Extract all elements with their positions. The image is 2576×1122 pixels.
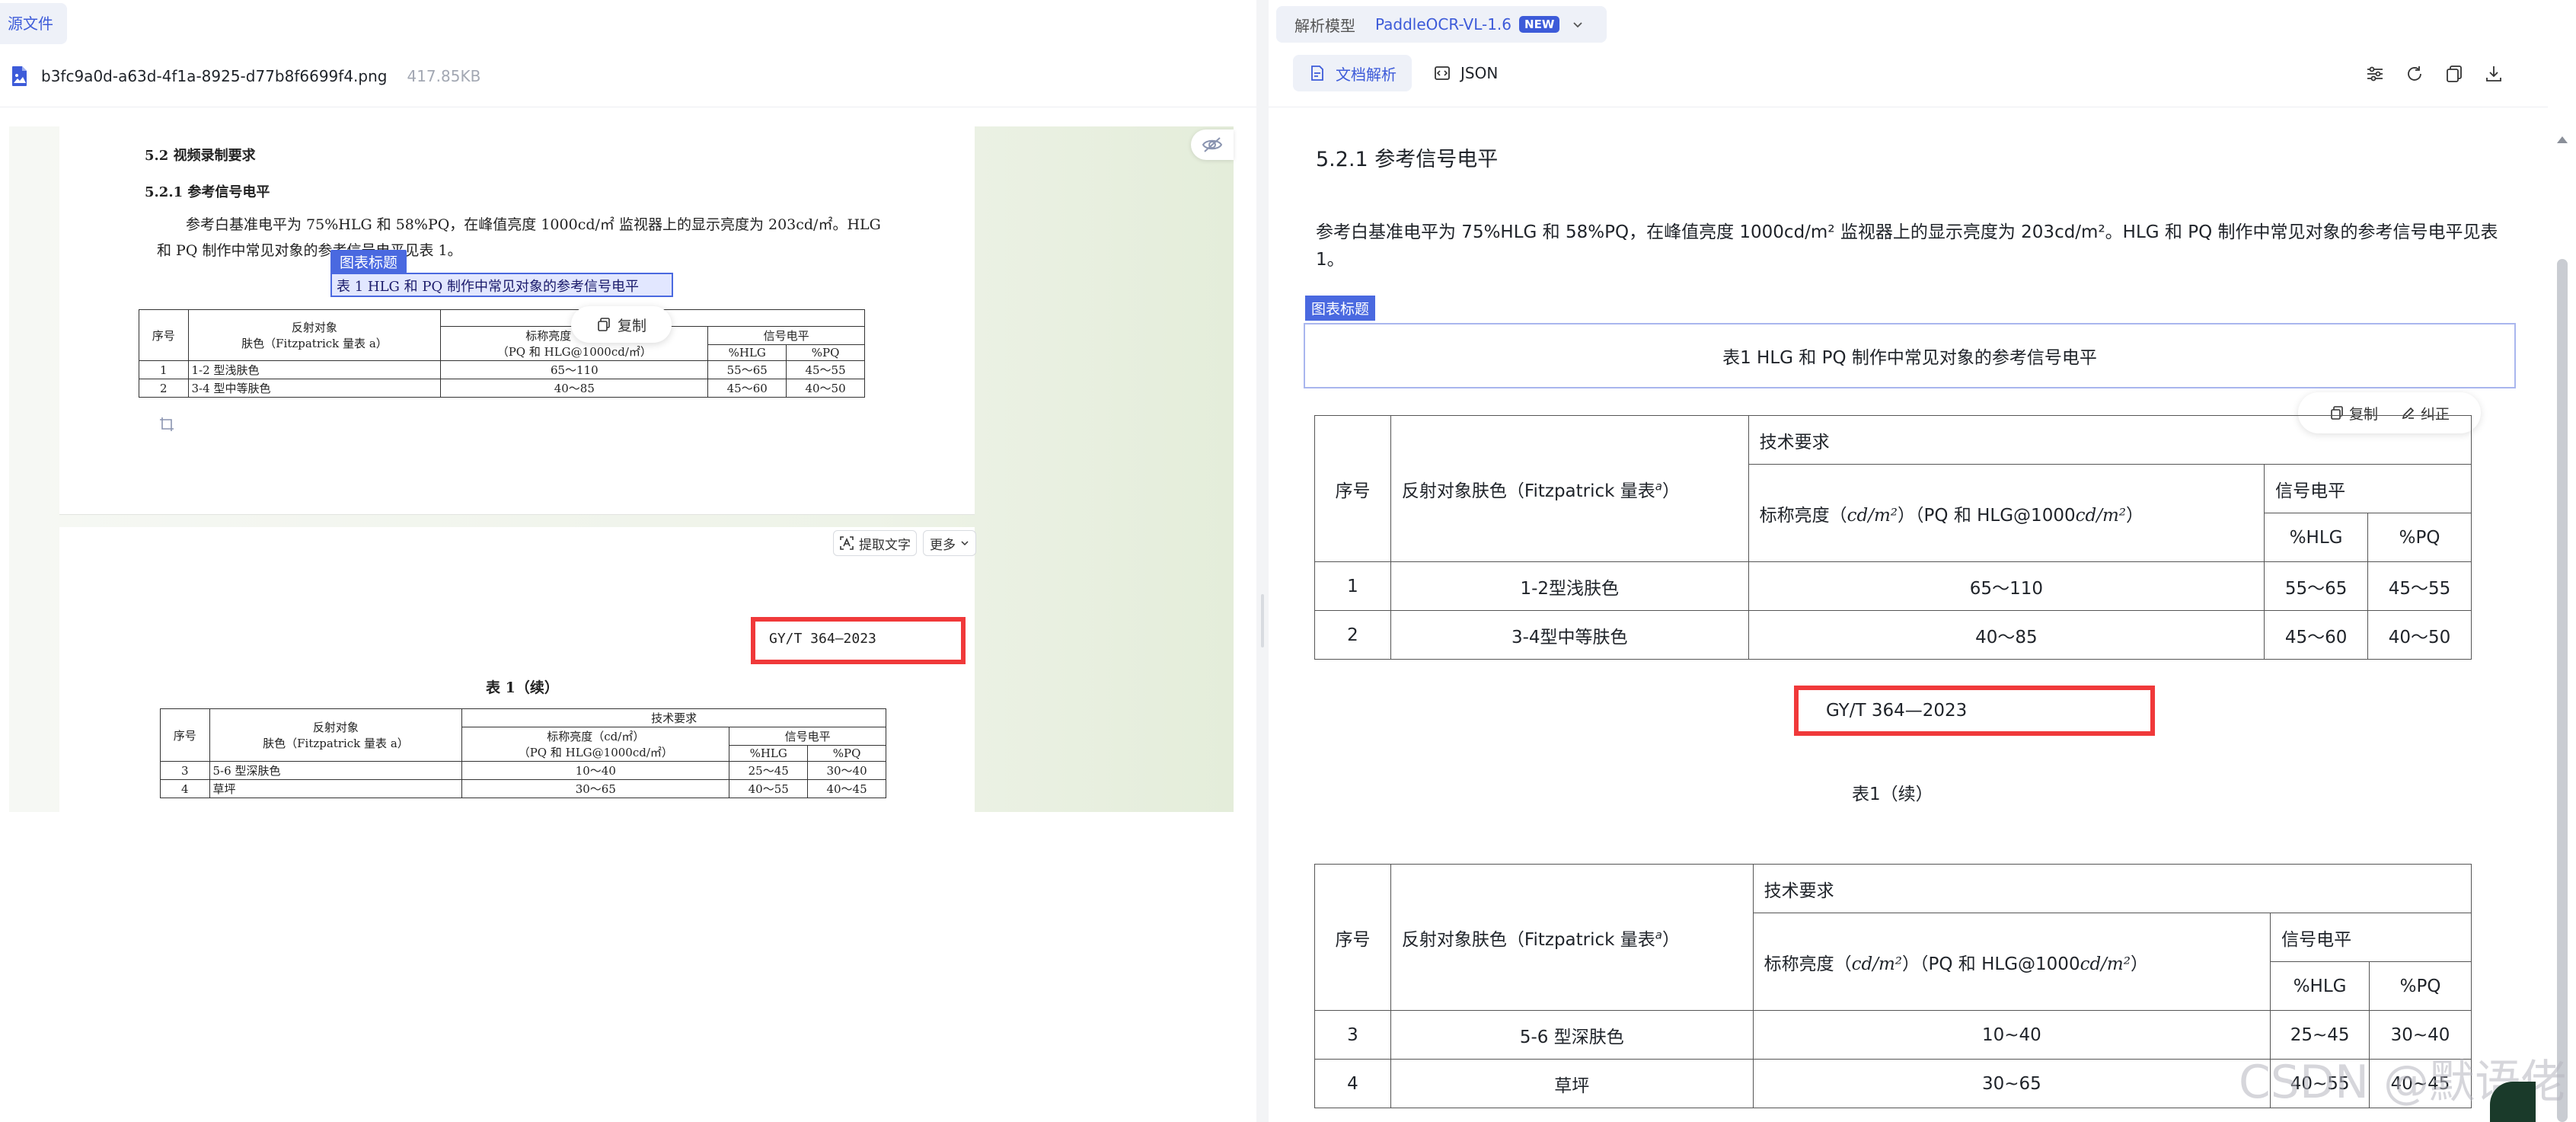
- result-paragraph: 参考白基准电平为 75%HLG 和 58%PQ，在峰值亮度 1000cd/m² …: [1316, 222, 2498, 270]
- th-no: 序号: [1314, 415, 1391, 562]
- table-title: 表 1 HLG 和 PQ 制作中常见对象的参考信号电平: [337, 279, 639, 295]
- toggle-overlay-button[interactable]: [1191, 129, 1234, 160]
- scroll-thumb[interactable]: [2557, 259, 2568, 1122]
- model-label: 解析模型: [1294, 16, 1355, 35]
- document-page-2: 提取文字 更多 GY/T 364—2023 表 1（续） 序号 反射对象 肤色（F…: [59, 527, 976, 812]
- source-panel: 源文件 b3fc9a0d-a63d-4f1a-8925-d77b8f6699f4…: [0, 0, 1256, 1122]
- file-size: 417.85KB: [407, 67, 481, 85]
- tab-json[interactable]: JSON: [1418, 55, 1513, 91]
- result-panel: 解析模型 PaddleOCR-VL-1.6 NEW 文档解析 JSON 5.2.…: [1269, 0, 2576, 1122]
- th-pq: %PQ: [786, 344, 865, 361]
- section-heading: 5.2 视频录制要求: [145, 148, 256, 164]
- th-pq: %PQ: [2367, 513, 2472, 562]
- th-signal: 信号电平: [707, 326, 865, 345]
- paragraph-line-2: 和 PQ 制作中常见对象的参考信号电平见表 1。: [157, 242, 462, 259]
- th-hlg: %HLG: [2264, 513, 2369, 562]
- file-info-row: b3fc9a0d-a63d-4f1a-8925-d77b8f6699f4.png…: [11, 61, 480, 91]
- th-hlg: %HLG: [707, 344, 787, 361]
- std-number-highlight[interactable]: GY/T 364—2023: [1794, 686, 2155, 736]
- more-dropdown-button[interactable]: 更多: [923, 530, 976, 556]
- std-number: GY/T 364—2023: [769, 631, 876, 647]
- chevron-down-icon: [1573, 22, 1583, 28]
- file-name: b3fc9a0d-a63d-4f1a-8925-d77b8f6699f4.png: [41, 67, 388, 85]
- th-lum: 标称亮度（cd/m²）（PQ 和 HLG@1000cd/m²）: [1748, 464, 2265, 562]
- table-row: 2 3-4 型中等肤色 40～85 45～60 40～50: [139, 379, 865, 398]
- download-icon[interactable]: [2484, 64, 2504, 84]
- scan-table-2: 序号 反射对象 肤色（Fitzpatrick 量表 a） 技术要求 标称亮度（cd…: [160, 708, 886, 798]
- settings-sliders-icon[interactable]: [2365, 64, 2385, 84]
- copy-all-icon[interactable]: [2444, 64, 2464, 84]
- tab-doc-parse[interactable]: 文档解析: [1293, 55, 1412, 91]
- table-caption-block[interactable]: 表1 HLG 和 PQ 制作中常见对象的参考信号电平: [1304, 323, 2516, 388]
- table-row: 2 3-4型中等肤色 40～85 45～60 40～50: [1314, 610, 2472, 660]
- result-scrollbar[interactable]: [2554, 129, 2571, 1122]
- copy-icon: [598, 318, 610, 331]
- table-row: 1 1-2型浅肤色 65～110 55～65 45～55: [1314, 561, 2472, 611]
- document-page-1: 5.2 视频录制要求 5.2.1 参考信号电平 参考白基准电平为 75%HLG …: [59, 126, 975, 515]
- source-file-tab[interactable]: 源文件: [0, 3, 67, 44]
- th-no: 序号: [139, 309, 189, 361]
- chevron-down-icon: [961, 541, 969, 546]
- resize-grip[interactable]: [1261, 594, 1264, 647]
- table-row: 1 1-2 型浅肤色 65～110 55～65 45～55: [139, 360, 865, 379]
- th-object: 反射对象肤色（Fitzpatrick 量表a）: [1390, 415, 1749, 562]
- copy-popover-button[interactable]: 复制: [571, 306, 672, 343]
- std-number: GY/T 364—2023: [1826, 701, 1968, 721]
- result-heading: 5.2.1 参考信号电平: [1316, 148, 1499, 171]
- result-table-1: 序号 反射对象肤色（Fitzpatrick 量表a） 技术要求 标称亮度（cd/…: [1314, 415, 2472, 660]
- model-name: PaddleOCR-VL-1.6: [1375, 15, 1512, 34]
- document-preview[interactable]: 5.2 视频录制要求 5.2.1 参考信号电平 参考白基准电平为 75%HLG …: [9, 126, 1234, 812]
- model-selector[interactable]: 解析模型 PaddleOCR-VL-1.6 NEW: [1276, 6, 1607, 43]
- th-tech: 技术要求: [1748, 415, 2472, 465]
- chart-title-tag: 图表标题: [330, 250, 407, 273]
- table-row: 3 5-6 型深肤色 10～40 25～45 30～40: [160, 761, 886, 780]
- image-file-icon: [11, 66, 29, 87]
- subsection-heading: 5.2.1 参考信号电平: [145, 184, 270, 200]
- eye-off-icon: [1202, 137, 1223, 152]
- table-row: 4 草坪 30～65 40～55 40～45: [160, 779, 886, 798]
- json-icon: [1435, 66, 1450, 80]
- text-extract-icon: [840, 536, 854, 550]
- table-continued-caption: 表1（续）: [1852, 785, 1933, 804]
- scroll-up-arrow-icon[interactable]: [2555, 134, 2569, 145]
- new-badge: NEW: [1519, 16, 1560, 33]
- extract-text-button[interactable]: 提取文字: [833, 530, 917, 556]
- doc-parse-icon: [1311, 66, 1323, 81]
- th-object: 反射对象 肤色（Fitzpatrick 量表 a）: [187, 309, 442, 361]
- crop-icon[interactable]: [158, 416, 175, 433]
- paragraph-line-1: 参考白基准电平为 75%HLG 和 58%PQ，在峰值亮度 1000cd/㎡ 监…: [186, 216, 881, 233]
- chart-title-tag: 图表标题: [1305, 296, 1376, 321]
- panel-resizer[interactable]: [1256, 0, 1269, 1122]
- refresh-icon[interactable]: [2405, 64, 2424, 84]
- parse-result-content[interactable]: 5.2.1 参考信号电平 参考白基准电平为 75%HLG 和 58%PQ，在峰值…: [1269, 107, 2548, 1122]
- table-continued-caption: 表 1（续）: [486, 679, 559, 696]
- scan-table-1: 序号 反射对象肤色（Fitzpatrick 量表 a） 标称亮度（cd/㎡）（P…: [139, 309, 865, 398]
- th-signal: 信号电平: [2264, 464, 2472, 513]
- corner-logo-icon: [2490, 1082, 2536, 1122]
